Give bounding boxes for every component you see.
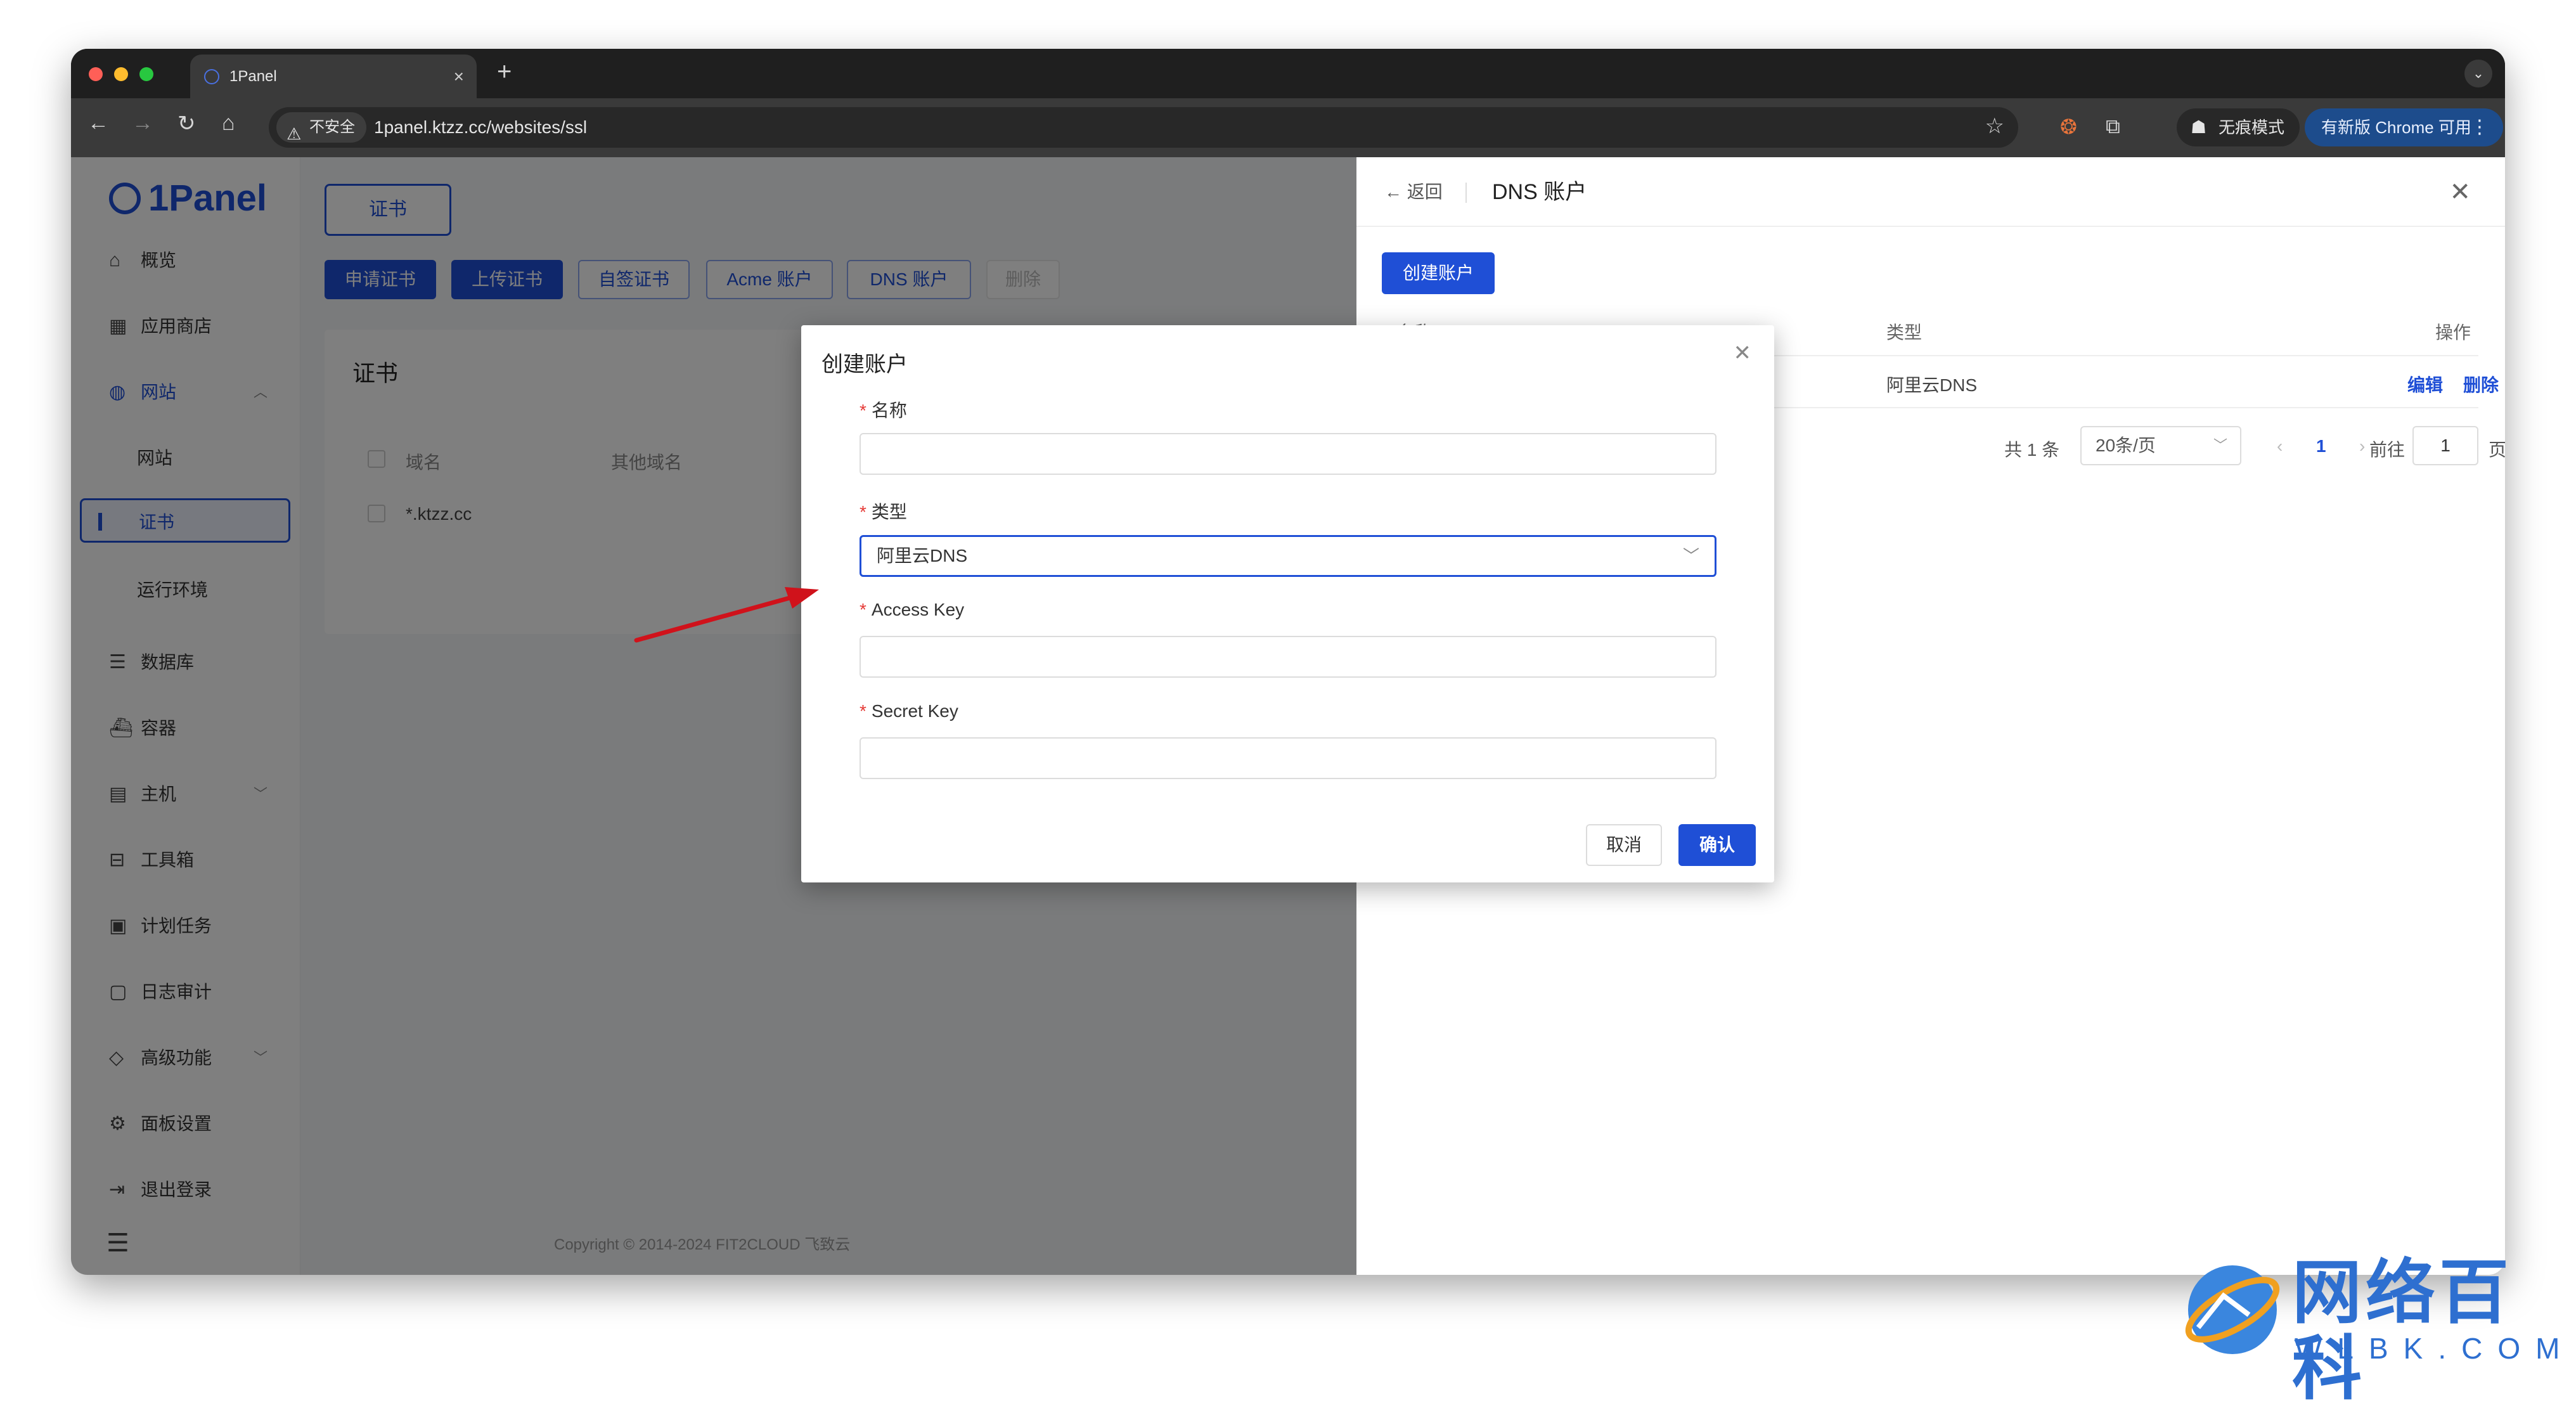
favicon-icon [204, 69, 219, 84]
access-key-input[interactable] [860, 636, 1716, 678]
pagination-total: 共 1 条 [2004, 440, 2060, 460]
close-icon[interactable]: ✕ [2449, 157, 2471, 227]
url-text[interactable]: 1panel.ktzz.cc/websites/ssl [374, 107, 587, 148]
watermark-subtitle: WLBK.COM [2295, 1332, 2575, 1365]
page-size-select[interactable]: 20条/页 ﹀ [2080, 426, 2241, 465]
edit-link[interactable]: 编辑 [2407, 371, 2443, 397]
new-tab-button[interactable]: + [497, 58, 512, 86]
address-bar[interactable]: ⚠ 不安全 1panel.ktzz.cc/websites/ssl ☆ [269, 107, 2018, 148]
back-button[interactable]: ← 返回 [1384, 157, 1443, 227]
maximize-window-button[interactable] [139, 67, 153, 81]
drawer-title: DNS 账户 [1492, 180, 1587, 204]
bookmark-star-icon[interactable]: ☆ [1985, 113, 2004, 139]
page-suffix: 页 [2489, 440, 2505, 460]
tab-close-icon[interactable]: × [454, 55, 464, 98]
tab-title: 1Panel [229, 68, 277, 85]
cancel-button[interactable]: 取消 [1586, 824, 1662, 866]
incognito-icon: ☗ [2191, 117, 2207, 137]
extensions-puzzle-icon[interactable]: ⧉ [2106, 115, 2120, 139]
home-icon[interactable]: ⌂ [222, 111, 235, 136]
tab-bar: 1Panel × + ⌄ [71, 49, 2505, 98]
next-page-icon[interactable]: › [2359, 436, 2365, 456]
security-chip[interactable]: ⚠ 不安全 [276, 112, 366, 143]
warning-icon: ⚠ [287, 124, 302, 143]
type-select[interactable]: 阿里云DNS ﹀ [860, 535, 1716, 577]
browser-toolbar: ← → ↻ ⌂ ⚠ 不安全 1panel.ktzz.cc/websites/ss… [71, 98, 2505, 157]
browser-tab[interactable]: 1Panel × [190, 55, 477, 98]
create-account-dialog: 创建账户 ✕ * 名称 * 类型 阿里云DNS ﹀ * Access Key * Secr… [801, 325, 1774, 882]
dialog-title: 创建账户 [821, 352, 908, 377]
close-icon[interactable]: ✕ [1734, 340, 1752, 366]
reload-icon[interactable]: ↻ [177, 111, 196, 136]
insecure-label: 不安全 [309, 119, 355, 136]
create-account-button[interactable]: 创建账户 [1382, 252, 1495, 294]
column-header-type: 类型 [1886, 323, 1922, 342]
incognito-chip[interactable]: ☗ 无痕模式 [2177, 108, 2300, 146]
back-arrow-icon: ← [1384, 182, 1407, 202]
extension-icon[interactable]: ❂ [2060, 115, 2077, 139]
incognito-label: 无痕模式 [2219, 118, 2285, 137]
column-header-actions: 操作 [2435, 323, 2471, 342]
forward-arrow-icon[interactable]: → [132, 111, 153, 136]
goto-page-input[interactable]: 1 [2412, 426, 2478, 465]
confirm-button[interactable]: 确认 [1678, 824, 1756, 866]
more-vert-icon: ⋮ [2470, 117, 2489, 138]
chrome-update-button[interactable]: 有新版 Chrome 可用 ⋮ [2305, 108, 2503, 146]
goto-text: 前往 [2369, 440, 2405, 460]
back-arrow-icon[interactable]: ← [87, 111, 109, 136]
chevron-down-icon: ﹀ [2213, 437, 2227, 453]
table-cell-type: 阿里云DNS [1886, 375, 1978, 395]
name-input[interactable] [860, 433, 1716, 475]
access-key-label: * Access Key [860, 600, 965, 619]
update-label: 有新版 Chrome 可用 [2321, 118, 2471, 137]
page-number[interactable]: 1 [2316, 436, 2326, 456]
globe-logo-icon [2185, 1265, 2280, 1354]
type-label: * 类型 [860, 502, 907, 522]
drawer-header: ← 返回 DNS 账户 ✕ [1356, 157, 2505, 227]
tab-search-button[interactable]: ⌄ [2464, 60, 2492, 87]
secret-key-input[interactable] [860, 737, 1716, 779]
chevron-down-icon: ﹀ [1682, 546, 1699, 565]
minimize-window-button[interactable] [114, 67, 128, 81]
prev-page-icon[interactable]: ‹ [2277, 436, 2283, 456]
name-label: * 名称 [860, 401, 907, 420]
close-window-button[interactable] [89, 67, 103, 81]
watermark: 网络百科 WLBK.COM [2179, 1255, 2576, 1407]
secret-key-label: * Secret Key [860, 701, 958, 721]
delete-link[interactable]: 删除 [2463, 371, 2499, 397]
